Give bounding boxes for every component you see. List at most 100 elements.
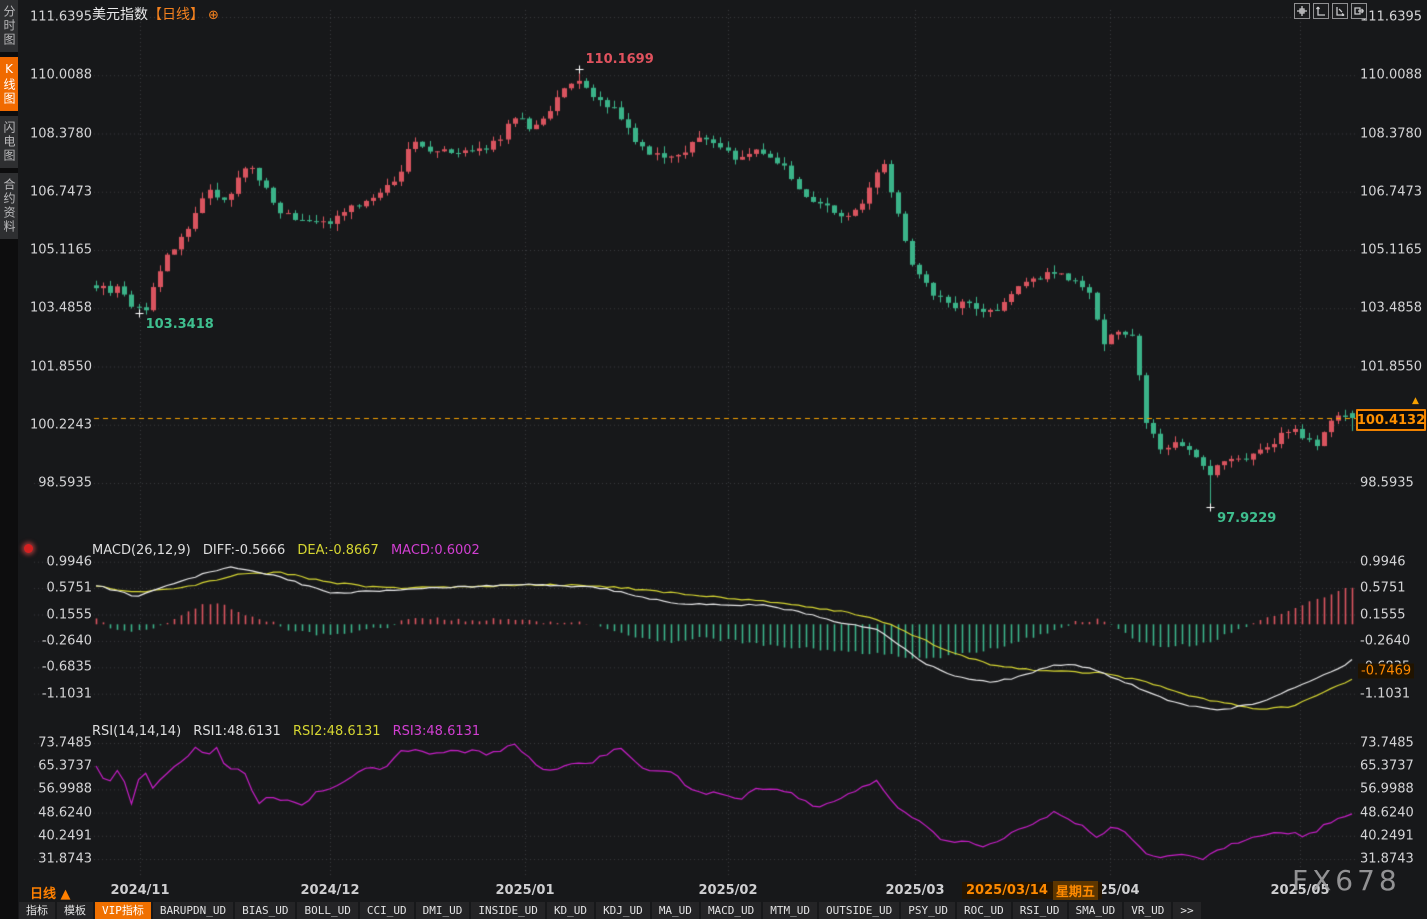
symbol-name: 美元指数 — [92, 7, 148, 23]
indicator-tab-OUTSIDE_UD[interactable]: OUTSIDE_UD — [819, 902, 899, 919]
price-y-tick-left: 108.3780 — [26, 126, 92, 141]
price-y-tick-left: 100.2243 — [26, 417, 92, 432]
indicator-tab-VIP指标[interactable]: VIP指标 — [95, 902, 151, 919]
rsi-y-tick-right: 40.2491 — [1360, 828, 1414, 843]
macd-y-tick-left: 0.1555 — [26, 607, 92, 622]
macd-y-tick-left: 0.9946 — [26, 554, 92, 569]
rsi-y-tick-left: 48.6240 — [26, 805, 92, 820]
price-y-tick-left: 98.5935 — [26, 476, 92, 491]
y-axis-scale-icon[interactable] — [1313, 3, 1329, 19]
macd-y-tick-right: 0.5751 — [1360, 581, 1406, 596]
indicator-tab-MACD_UD[interactable]: MACD_UD — [701, 902, 761, 919]
x-axis-scale-icon[interactable] — [1332, 3, 1348, 19]
pan-right-icon[interactable] — [1351, 3, 1367, 19]
price-annotation: 103.3418 — [146, 317, 214, 332]
x-axis-date-tick: 2025/03 — [885, 883, 944, 898]
current-price-arrow-icon: ▲ — [1412, 396, 1419, 406]
indicator-tab-BARUPDN_UD[interactable]: BARUPDN_UD — [153, 902, 233, 919]
price-y-tick-right: 101.8550 — [1360, 359, 1422, 374]
rsi-y-tick-right: 73.7485 — [1360, 736, 1414, 751]
indicator-tab-BIAS_UD[interactable]: BIAS_UD — [235, 902, 295, 919]
macd-indicator-header: MACD(26,12,9) DIFF:-0.5666 DEA:-0.8667 M… — [92, 543, 480, 558]
price-y-tick-left: 101.8550 — [26, 359, 92, 374]
add-indicator-icon[interactable]: ⊕ — [208, 8, 219, 23]
rsi-y-tick-right: 56.9988 — [1360, 782, 1414, 797]
crosshair-move-icon[interactable] — [1294, 3, 1310, 19]
period-selector[interactable]: 日线 ▲ — [30, 883, 71, 902]
rsi-y-tick-right: 48.6240 — [1360, 805, 1414, 820]
sidebar-item-合约资料[interactable]: 合约资料 — [0, 173, 18, 239]
rsi-name: RSI(14,14,14) — [92, 724, 181, 739]
indicator-tab-PSY_UD[interactable]: PSY_UD — [901, 902, 955, 919]
indicator-tab-KD_UD[interactable]: KD_UD — [547, 902, 594, 919]
indicator-tab-ROC_UD[interactable]: ROC_UD — [957, 902, 1011, 919]
macd-y-tick-right: -0.2640 — [1360, 633, 1410, 648]
rsi2-value: RSI2:48.6131 — [293, 724, 381, 739]
indicator-tab-DMI_UD[interactable]: DMI_UD — [416, 902, 470, 919]
price-y-tick-right: 111.6395 — [1360, 10, 1422, 25]
indicator-tab-RSI_UD[interactable]: RSI_UD — [1013, 902, 1067, 919]
indicator-tab->>[interactable]: >> — [1173, 902, 1200, 919]
macd-y-tick-right: 0.1555 — [1360, 607, 1406, 622]
x-axis-date-tick: 2024/12 — [300, 883, 359, 898]
macd-dea-value: DEA:-0.8667 — [297, 543, 378, 558]
indicator-settings-icon[interactable] — [24, 544, 33, 553]
watermark: FX678 — [1292, 864, 1401, 897]
price-y-tick-right: 98.5935 — [1360, 476, 1414, 491]
macd-name: MACD(26,12,9) — [92, 543, 191, 558]
price-y-tick-left: 105.1165 — [26, 243, 92, 258]
rsi-y-tick-left: 65.3737 — [26, 759, 92, 774]
macd-diff-value: DIFF:-0.5666 — [203, 543, 285, 558]
x-axis-date-tick: 2025/02 — [698, 883, 757, 898]
indicator-tab-SMA_UD[interactable]: SMA_UD — [1069, 902, 1123, 919]
sidebar-item-K线图[interactable]: K线图 — [0, 57, 18, 111]
indicator-tab-INSIDE_UD[interactable]: INSIDE_UD — [471, 902, 545, 919]
candlestick-chart-canvas[interactable] — [0, 0, 1427, 919]
rsi-indicator-header: RSI(14,14,14) RSI1:48.6131 RSI2:48.6131 … — [92, 724, 480, 739]
macd-y-tick-right: -1.1031 — [1360, 686, 1410, 701]
macd-axis-marker: -0.7469 — [1358, 664, 1414, 679]
crosshair-weekday: 星期五 — [1053, 881, 1098, 900]
indicator-tab-MA_UD[interactable]: MA_UD — [652, 902, 699, 919]
period-tag: 【日线】 — [148, 7, 204, 23]
indicator-tab-CCI_UD[interactable]: CCI_UD — [360, 902, 414, 919]
indicator-tab-MTM_UD[interactable]: MTM_UD — [763, 902, 817, 919]
macd-y-tick-left: 0.5751 — [26, 581, 92, 596]
rsi-y-tick-left: 40.2491 — [26, 828, 92, 843]
chart-type-sidebar: 分时图 K线图闪电图合约资料 — [0, 0, 18, 919]
macd-y-tick-left: -0.2640 — [26, 633, 92, 648]
indicator-tab-指标[interactable]: 指标 — [19, 902, 55, 919]
price-y-tick-left: 106.7473 — [26, 184, 92, 199]
indicator-tab-VR_UD[interactable]: VR_UD — [1124, 902, 1171, 919]
macd-y-tick-right: 0.9946 — [1360, 554, 1406, 569]
macd-y-tick-left: -1.1031 — [26, 686, 92, 701]
period-arrow-icon: ▲ — [61, 887, 71, 902]
x-axis-date-tick: 2024/11 — [110, 883, 169, 898]
current-price-box: 100.4132 — [1356, 409, 1426, 431]
indicator-tab-BOLL_UD[interactable]: BOLL_UD — [297, 902, 357, 919]
indicator-tab-KDJ_UD[interactable]: KDJ_UD — [596, 902, 650, 919]
price-annotation: 97.9229 — [1217, 511, 1276, 526]
price-y-tick-left: 111.6395 — [26, 10, 92, 25]
rsi-y-tick-left: 73.7485 — [26, 736, 92, 751]
sidebar-item-闪电图[interactable]: 闪电图 — [0, 116, 18, 168]
price-y-tick-right: 106.7473 — [1360, 184, 1422, 199]
sidebar-item-分时图[interactable]: 分时图 — [0, 0, 18, 52]
chart-title: 美元指数【日线】 ⊕ — [92, 4, 219, 24]
price-y-tick-left: 103.4858 — [26, 301, 92, 316]
rsi-y-tick-left: 56.9988 — [26, 782, 92, 797]
price-y-tick-right: 103.4858 — [1360, 301, 1422, 316]
rsi-y-tick-left: 31.8743 — [26, 851, 92, 866]
price-y-tick-left: 110.0088 — [26, 68, 92, 83]
chart-application: 分时图 K线图闪电图合约资料 美元指数【日线】 ⊕ 111.6395 111.6395… — [0, 0, 1427, 919]
rsi-y-tick-right: 65.3737 — [1360, 759, 1414, 774]
indicator-tab-模板[interactable]: 模板 — [57, 902, 93, 919]
period-label: 日线 — [30, 887, 56, 902]
price-y-tick-right: 105.1165 — [1360, 243, 1422, 258]
price-annotation: 110.1699 — [586, 52, 654, 67]
macd-macd-value: MACD:0.6002 — [391, 543, 480, 558]
price-y-tick-right: 110.0088 — [1360, 68, 1422, 83]
price-y-tick-right: 108.3780 — [1360, 126, 1422, 141]
chart-layout-toolbar — [1294, 3, 1367, 19]
x-axis-date-tick: 2025/01 — [495, 883, 554, 898]
